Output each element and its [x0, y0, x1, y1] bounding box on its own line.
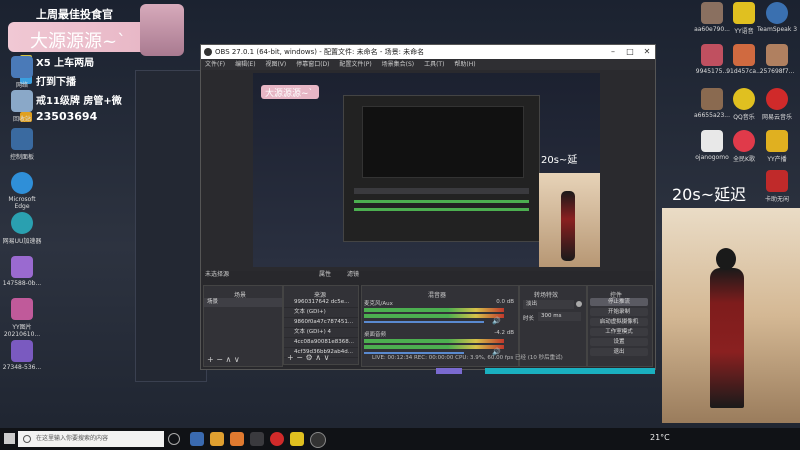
menu-scene-collection[interactable]: 场景集合(S) — [382, 61, 415, 68]
obs-window-title: OBS 27.0.1 (64-bit, windows) - 配置文件: 未命名… — [215, 48, 425, 56]
obs-status-bar: LIVE: 00:12:34 REC: 00:00:00 CPU: 3.9%, … — [372, 355, 563, 361]
source-item[interactable]: 4cc08a90081e8368... — [284, 338, 358, 348]
preview-webcam — [539, 173, 600, 267]
start-recording-button[interactable]: 开始录制 — [590, 308, 648, 316]
mixer-header: 混音器 — [428, 292, 447, 299]
transitions-header: 转场特效 — [534, 292, 559, 299]
obs-taskbar-icon[interactable] — [310, 432, 326, 448]
obs-title-bar: OBS 27.0.1 (64-bit, windows) - 配置文件: 未命名… — [201, 45, 655, 59]
stop-streaming-button[interactable]: 停止推流 — [590, 298, 648, 306]
transition-select[interactable]: 淡出 — [523, 300, 574, 309]
desktop-icon-file[interactable]: 27348-536... — [0, 340, 44, 371]
preview-streamer-name: 大源源源~` — [265, 89, 314, 99]
desktop-icon-yy-image[interactable]: YY图片 20210610... — [0, 298, 44, 338]
source-item[interactable]: 文本 (GDI+) 4 — [284, 328, 358, 338]
cam-overlay-text: 20s~延迟 — [672, 185, 747, 204]
filters-button[interactable]: 滤镜 — [347, 269, 359, 278]
close-icon[interactable]: ✕ — [639, 45, 655, 59]
menu-view[interactable]: 视图(V) — [265, 61, 286, 68]
virtual-camera-button[interactable]: 启动虚拟摄像机 — [590, 318, 648, 326]
scenes-dock: 场景 场景 + − ∧ ∨ — [203, 285, 283, 367]
speaker-icon[interactable]: 🔊 — [492, 317, 501, 325]
menu-docks[interactable]: 停靠窗口(D) — [296, 61, 329, 68]
mixer-track-db: -4.2 dB — [494, 330, 514, 336]
minimize-icon[interactable]: – — [605, 45, 621, 59]
webcam-person-head — [716, 248, 736, 270]
obs-window: OBS 27.0.1 (64-bit, windows) - 配置文件: 未命名… — [200, 44, 656, 370]
taskbar-search[interactable]: 在这里输入你要搜索的内容 — [18, 431, 164, 447]
desktop-icon-recycle-bin[interactable]: 回收站 — [0, 90, 44, 123]
mixer-track-name: 麦克风/Aux — [364, 301, 393, 307]
menu-profile[interactable]: 配置文件(P) — [339, 61, 371, 68]
sources-header: 来源 — [314, 292, 327, 299]
desktop-icon-netease-music[interactable]: 网易云音乐 — [755, 88, 799, 121]
netease-music-icon[interactable] — [270, 432, 284, 446]
transition-settings-icon[interactable] — [576, 301, 582, 307]
desktop-icon-app[interactable]: 卡助无闲 — [755, 170, 799, 203]
menu-edit[interactable]: 编辑(E) — [235, 61, 255, 68]
desktop-icon-edge[interactable]: Microsoft Edge — [0, 172, 44, 210]
mixer-meter — [364, 308, 504, 312]
sources-dock: 来源 9960317642 dc5e... 文本 (GDI+) 9860f0a4… — [283, 285, 359, 365]
desktop-icon-network[interactable]: 网络 — [0, 56, 44, 89]
preview-nested-obs — [343, 95, 540, 242]
obs-logo-icon — [204, 48, 212, 56]
mixer-track-db: 0.0 dB — [496, 299, 514, 305]
maximize-icon[interactable]: □ — [622, 45, 638, 59]
settings-button[interactable]: 设置 — [590, 338, 648, 346]
menu-file[interactable]: 文件(F) — [205, 61, 225, 68]
obs-preview[interactable]: 大源源源~` 20s~延 — [253, 73, 600, 267]
progress-accent — [485, 368, 655, 374]
desktop-icon-control-panel[interactable]: 控制面板 — [0, 128, 44, 161]
obs-menu-bar: 文件(F) 编辑(E) 视图(V) 停靠窗口(D) 配置文件(P) 场景集合(S… — [201, 59, 655, 70]
preview-overlay-text: 20s~延 — [541, 155, 578, 166]
source-item[interactable]: 文本 (GDI+) — [284, 308, 358, 318]
desktop-icon-teamspeak[interactable]: TeamSpeak 3 — [755, 2, 799, 33]
taskbar-app-icon[interactable] — [210, 432, 224, 446]
source-item[interactable]: 9960317642 dc5e... — [284, 298, 358, 308]
menu-tools[interactable]: 工具(T) — [424, 61, 444, 68]
webcam-feed — [662, 208, 800, 423]
taskbar-app-icon[interactable] — [230, 432, 244, 446]
weather-temp: 21°C — [650, 433, 670, 442]
desktop-icon-photo[interactable]: 257698f7... — [755, 44, 799, 75]
desktop-icon-yy-live[interactable]: YY产播 — [755, 130, 799, 163]
duration-input[interactable]: 300 ms — [538, 312, 581, 321]
menu-help[interactable]: 帮助(H) — [454, 61, 475, 68]
search-placeholder: 在这里输入你要搜索的内容 — [36, 435, 109, 442]
properties-button[interactable]: 属性 — [319, 269, 331, 278]
room-number: 23503694 — [36, 110, 98, 123]
scene-item[interactable]: 场景 — [204, 298, 282, 307]
desktop-icon-uu[interactable]: 网易UU加速器 — [0, 212, 44, 245]
desktop-icon-file[interactable]: 147588-0b... — [0, 256, 44, 287]
taskbar: 在这里输入你要搜索的内容 21°C — [0, 428, 800, 450]
controls-dock: 控件 停止推流 开始录制 启动虚拟摄像机 工作室模式 设置 退出 — [587, 285, 653, 367]
background-app-window — [135, 70, 207, 382]
webcam-person — [710, 268, 744, 408]
task-item: X5 上车两局 — [36, 58, 95, 69]
task-item: 戒11级牌 房管+微 — [36, 96, 122, 107]
search-icon — [23, 435, 31, 443]
taskbar-app-icon[interactable] — [250, 432, 264, 446]
no-source-label: 未选择源 — [205, 271, 230, 278]
exit-button[interactable]: 退出 — [590, 348, 648, 356]
mixer-meter — [364, 314, 504, 318]
source-add-remove-icon[interactable]: + − ⚙ ∧ ∨ — [287, 353, 329, 362]
taskbar-app-icon[interactable] — [190, 432, 204, 446]
studio-mode-button[interactable]: 工作室模式 — [590, 328, 648, 336]
progress-accent — [436, 368, 462, 374]
mixer-volume-slider[interactable] — [364, 321, 484, 323]
overlay-title: 上周最佳投食官 — [36, 8, 113, 21]
yy-icon[interactable] — [290, 432, 304, 446]
duration-label: 时长 — [523, 316, 535, 322]
scene-add-remove-icon[interactable]: + − ∧ ∨ — [207, 355, 240, 364]
windows-start-icon[interactable] — [4, 433, 15, 444]
mixer-meter — [364, 345, 504, 349]
anime-avatar — [140, 4, 184, 56]
mixer-meter — [364, 339, 504, 343]
task-view-icon[interactable] — [168, 433, 180, 445]
mixer-track-name: 桌面音频 — [364, 332, 387, 338]
source-item[interactable]: 9860f0a47c787451... — [284, 318, 358, 328]
streamer-name: 大源源源~` — [30, 31, 127, 52]
